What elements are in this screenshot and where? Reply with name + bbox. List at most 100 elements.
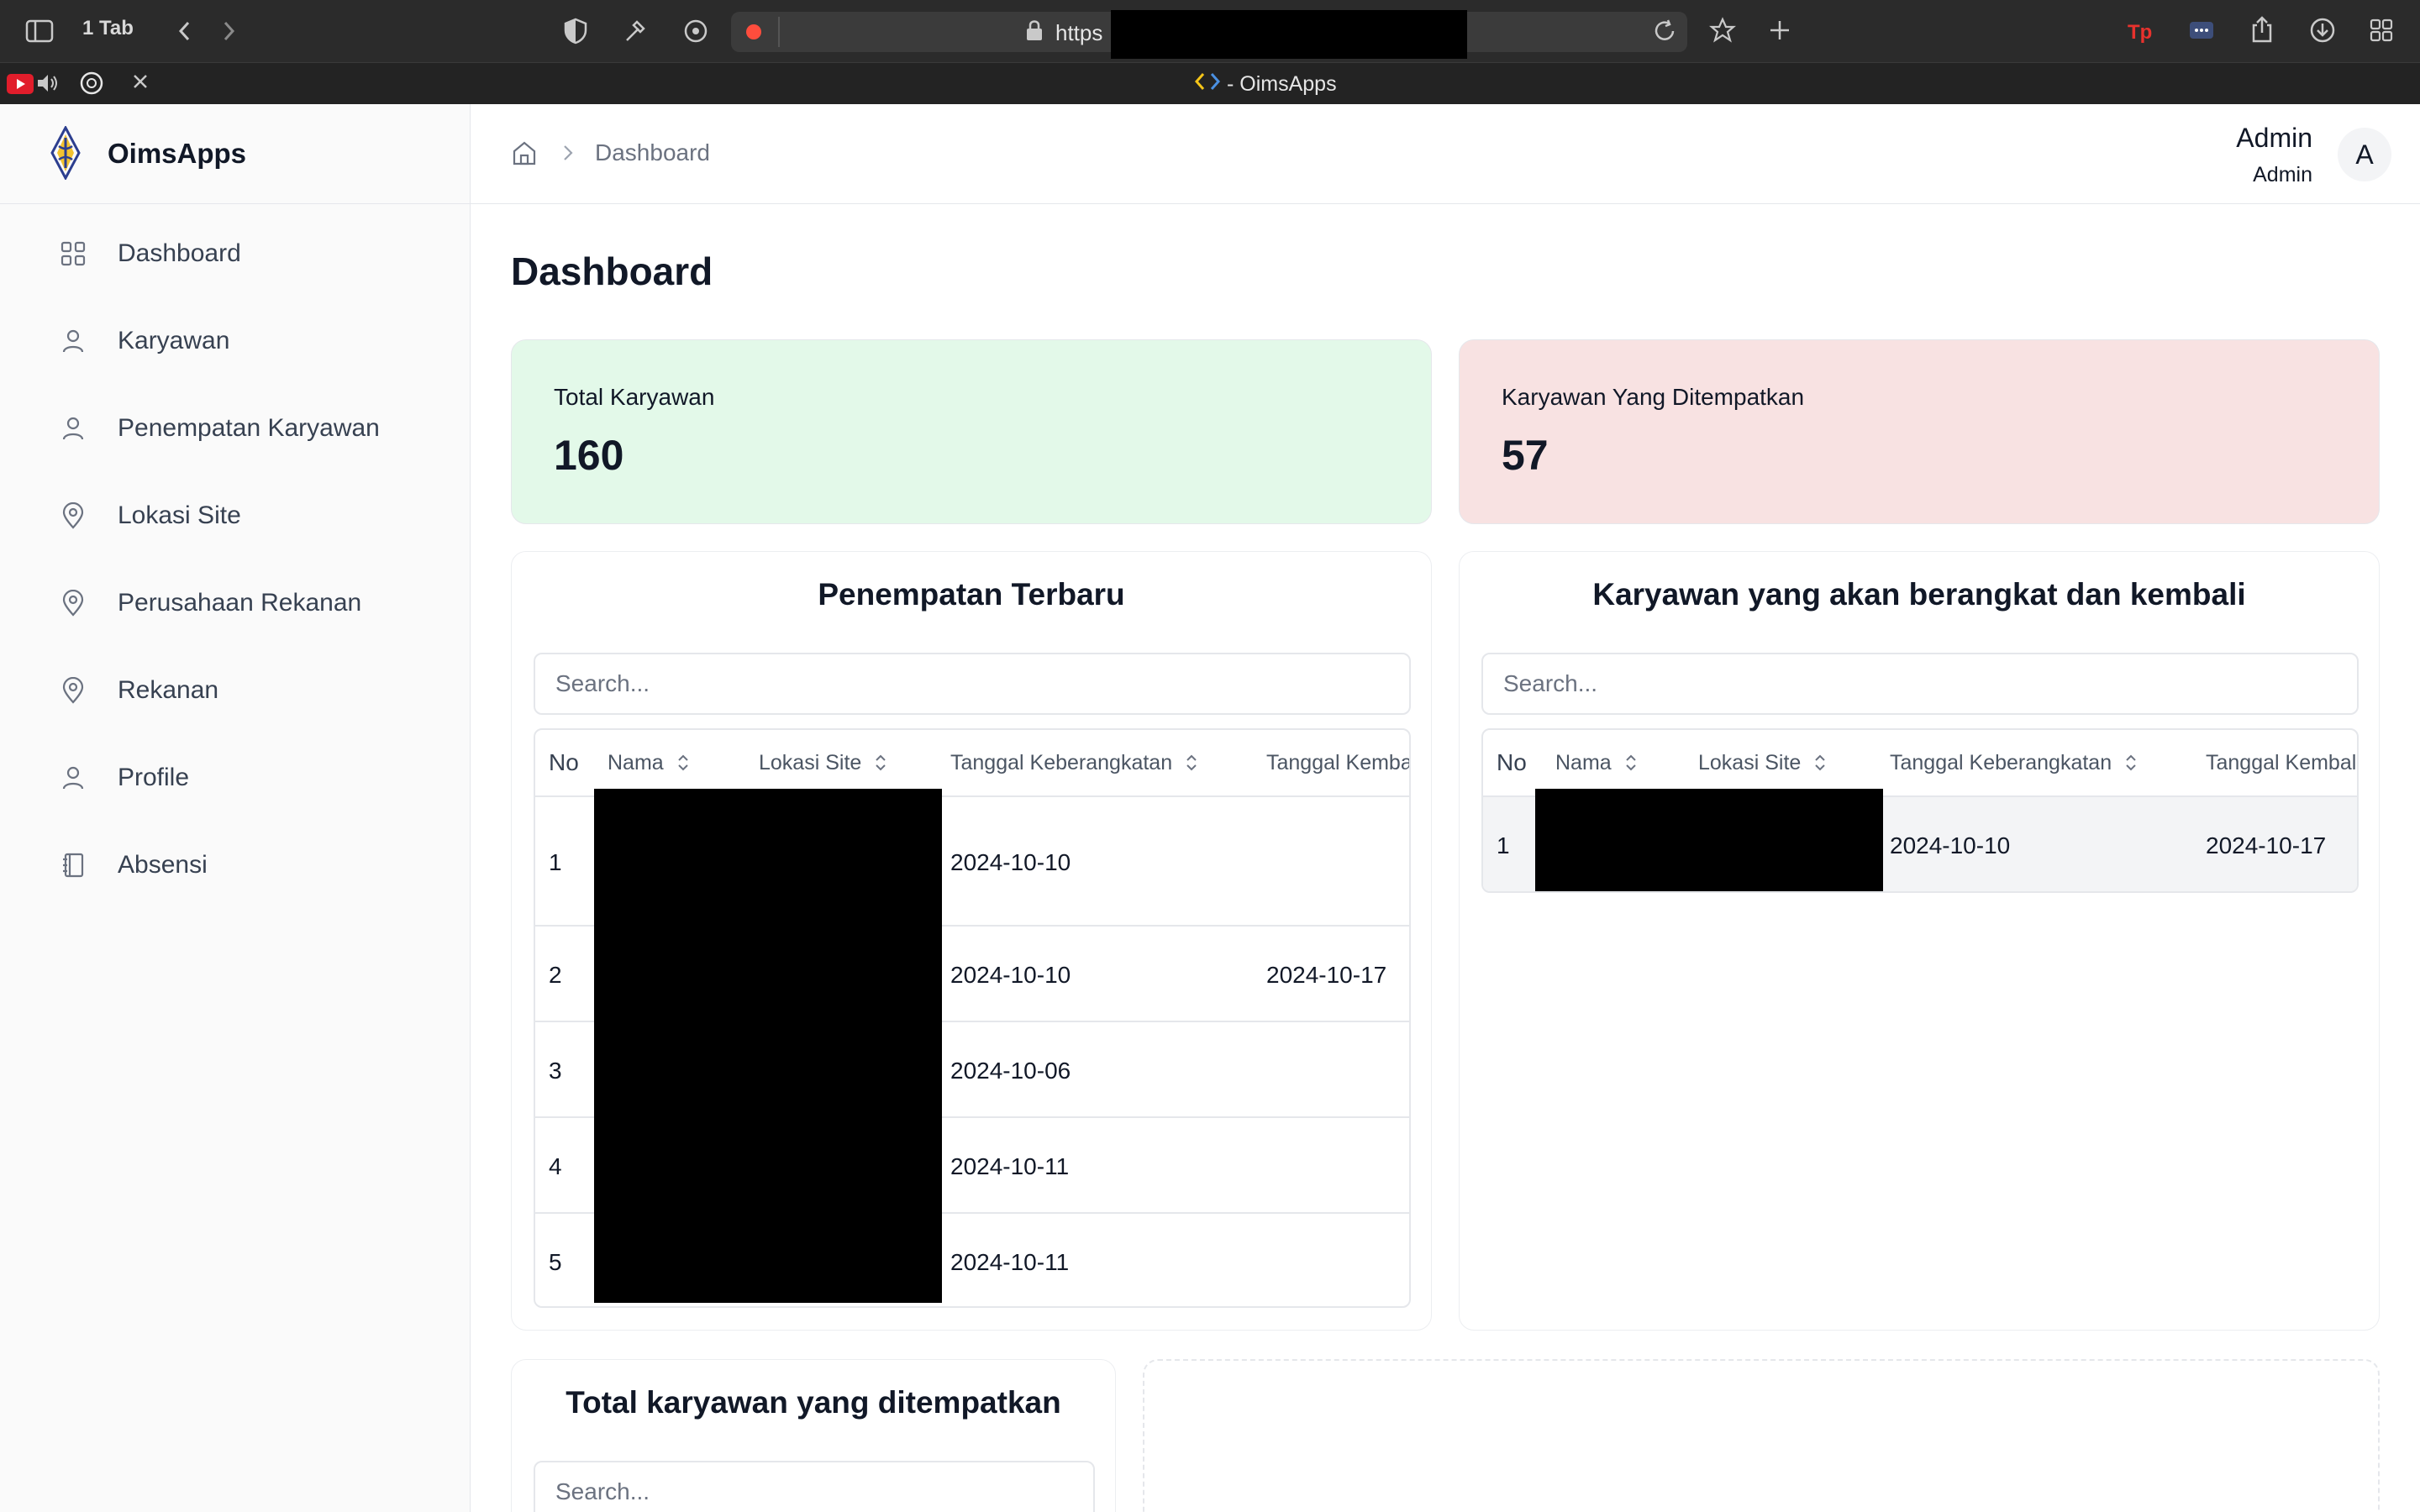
- cell-tanggal-keberangkatan: 2024-10-11: [950, 1153, 1070, 1179]
- reload-icon[interactable]: [1652, 18, 1677, 44]
- url-text[interactable]: https: [1055, 20, 1102, 46]
- column-header-nama[interactable]: Nama: [1555, 730, 1637, 795]
- top-header: Dashboard Admin Admin A: [471, 104, 2420, 204]
- panel-title: Karyawan yang akan berangkat dan kembali: [1592, 577, 2246, 612]
- forward-icon[interactable]: [220, 18, 237, 44]
- empty-placeholder-panel: [1143, 1359, 2380, 1512]
- active-tab-title[interactable]: - OimsApps: [1193, 71, 1337, 98]
- stat-value: 160: [554, 432, 624, 479]
- sort-icon[interactable]: [1625, 753, 1637, 773]
- avatar[interactable]: A: [2338, 128, 2391, 181]
- cell-tanggal-keberangkatan: 2024-10-11: [950, 1249, 1070, 1275]
- cell-no: 3: [549, 1058, 562, 1084]
- brand[interactable]: OimsApps: [0, 104, 470, 204]
- table-penempatan-terbaru: No Nama Lokasi Site Tanggal Keberangkata…: [534, 728, 1411, 1308]
- search-input[interactable]: [534, 1461, 1095, 1512]
- sidebar-item-label: Karyawan: [118, 327, 230, 354]
- column-header-no[interactable]: No: [549, 730, 579, 795]
- search-input[interactable]: [1481, 653, 2359, 715]
- home-icon[interactable]: [511, 139, 538, 171]
- sidebar-item-rekanan[interactable]: Rekanan: [50, 665, 437, 716]
- sort-icon[interactable]: [677, 753, 689, 773]
- stat-value: 57: [1502, 432, 1549, 479]
- stat-card-karyawan-ditempatkan: Karyawan Yang Ditempatkan 57: [1459, 339, 2380, 524]
- chevron-right-icon: [561, 143, 575, 167]
- cell-tanggal-keberangkatan: 2024-10-10: [1890, 832, 2011, 858]
- redacted-block: [594, 789, 942, 1303]
- sidebar-item-penempatan-karyawan[interactable]: Penempatan Karyawan: [50, 403, 437, 454]
- sidebar-item-label: Dashboard: [118, 239, 241, 267]
- column-header-nama[interactable]: Nama: [608, 730, 689, 795]
- cell-no: 4: [549, 1153, 562, 1179]
- sort-icon[interactable]: [2125, 753, 2137, 773]
- map-pin-icon: [50, 502, 96, 529]
- tab-title-text: - OimsApps: [1227, 72, 1337, 96]
- sidebar-item-label: Penempatan Karyawan: [118, 414, 380, 442]
- table-berangkat-kembali: No Nama Lokasi Site Tanggal Keberangkata…: [1481, 728, 2359, 893]
- sidebar: OimsApps Dashboard Karyawan Penempatan K…: [0, 104, 471, 1512]
- sort-icon[interactable]: [1814, 753, 1826, 773]
- new-tab-icon[interactable]: [1768, 18, 1791, 42]
- sort-icon[interactable]: [875, 753, 886, 773]
- book-icon: [50, 852, 96, 879]
- bookmark-star-icon[interactable]: [1709, 17, 1736, 44]
- recording-icon: [746, 24, 761, 39]
- sort-icon[interactable]: [1186, 753, 1197, 773]
- downloads-icon[interactable]: [2309, 17, 2336, 44]
- extension-icon[interactable]: [682, 17, 709, 45]
- column-header-tanggal-kembali[interactable]: Tanggal Kembal: [2206, 730, 2356, 795]
- cell-no: 2: [549, 962, 562, 988]
- sidebar-item-label: Lokasi Site: [118, 501, 241, 529]
- close-tab-icon[interactable]: [131, 72, 150, 91]
- youtube-tab-icon[interactable]: [7, 74, 34, 94]
- translate-extension-icon[interactable]: Tp: [2126, 17, 2153, 44]
- share-icon[interactable]: [2250, 15, 2274, 44]
- sidebar-item-label: Absensi: [118, 851, 208, 879]
- user-name: Admin: [2236, 123, 2312, 153]
- column-header-lokasi-site[interactable]: Lokasi Site: [1698, 730, 1826, 795]
- tab-overview-icon[interactable]: [2370, 18, 2393, 42]
- tools-icon[interactable]: [622, 17, 649, 45]
- column-header-tanggal-keberangkatan[interactable]: Tanggal Keberangkatan: [1890, 730, 2137, 795]
- column-header-no[interactable]: No: [1497, 730, 1527, 795]
- shield-icon[interactable]: [563, 17, 588, 45]
- user-role: Admin: [2253, 163, 2312, 186]
- breadcrumb[interactable]: Dashboard: [595, 139, 710, 166]
- column-header-tanggal-keberangkatan[interactable]: Tanggal Keberangkatan: [950, 730, 1197, 795]
- cell-no: 5: [549, 1249, 562, 1275]
- stat-label: Total Karyawan: [554, 384, 715, 410]
- map-pin-icon: [50, 677, 96, 704]
- brand-name: OimsApps: [108, 138, 247, 169]
- tab-count-label[interactable]: 1 Tab: [82, 17, 134, 40]
- stat-label: Karyawan Yang Ditempatkan: [1502, 384, 1805, 410]
- sidebar-item-profile[interactable]: Profile: [50, 753, 437, 803]
- browser-toolbar: 1 Tab https Tp: [0, 0, 2420, 62]
- sidebar-item-perusahaan-rekanan[interactable]: Perusahaan Rekanan: [50, 578, 437, 628]
- panel-berangkat-kembali: Karyawan yang akan berangkat dan kembali…: [1459, 551, 2380, 1331]
- oimsapps-logo: [45, 124, 86, 184]
- sidebar-item-karyawan[interactable]: Karyawan: [50, 316, 437, 366]
- sidebar-toggle-icon[interactable]: [25, 18, 54, 44]
- password-extension-icon[interactable]: [2188, 18, 2215, 42]
- back-icon[interactable]: [176, 18, 193, 44]
- sidebar-item-lokasi-site[interactable]: Lokasi Site: [50, 491, 437, 541]
- svg-text:Tp: Tp: [2128, 21, 2152, 44]
- column-header-tanggal-kembali[interactable]: Tanggal Kemba: [1266, 730, 1409, 795]
- sidebar-item-dashboard[interactable]: Dashboard: [50, 228, 437, 279]
- lock-icon: [1025, 18, 1044, 42]
- user-icon: [50, 764, 96, 791]
- panel-title: Penempatan Terbaru: [818, 577, 1125, 612]
- map-pin-icon: [50, 590, 96, 617]
- sidebar-item-label: Perusahaan Rekanan: [118, 589, 362, 617]
- cell-tanggal-keberangkatan: 2024-10-06: [950, 1058, 1071, 1084]
- sidebar-item-absensi[interactable]: Absensi: [50, 840, 437, 890]
- grid-icon: [50, 240, 96, 267]
- panel-penempatan-terbaru: Penempatan Terbaru No Nama Lokasi Site T…: [511, 551, 1432, 1331]
- chatgpt-tab-icon[interactable]: [79, 71, 104, 96]
- search-input[interactable]: [534, 653, 1411, 715]
- speaker-icon[interactable]: [35, 72, 60, 94]
- code-icon: [1193, 71, 1222, 98]
- redacted-block: [1535, 789, 1883, 891]
- column-header-lokasi-site[interactable]: Lokasi Site: [759, 730, 886, 795]
- address-bar-divider: [778, 17, 780, 47]
